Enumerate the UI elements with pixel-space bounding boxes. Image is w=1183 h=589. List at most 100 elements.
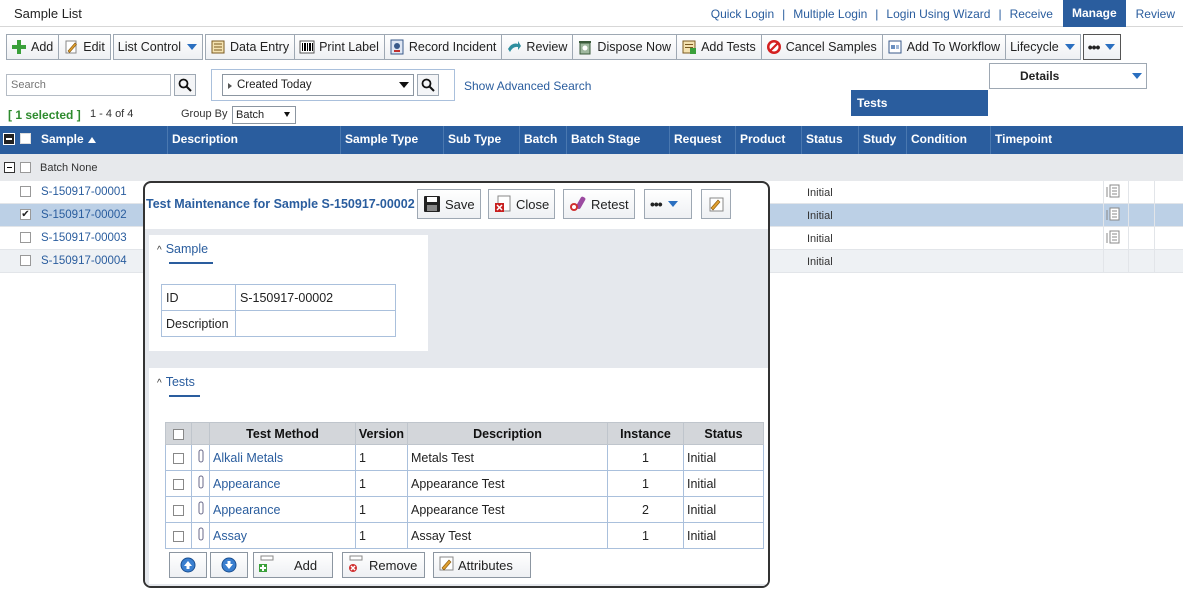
- test-method-link[interactable]: Assay: [209, 522, 356, 549]
- save-button[interactable]: Save: [417, 189, 481, 219]
- sample-id-link[interactable]: S-150917-00002: [41, 209, 127, 221]
- record-range: 1 - 4 of 4: [90, 108, 134, 120]
- login-using-wizard-link[interactable]: Login Using Wizard: [878, 7, 998, 21]
- test-method-link[interactable]: Appearance: [209, 470, 356, 497]
- attributes-button[interactable]: Attributes: [433, 552, 531, 578]
- attributes-icon[interactable]: [1106, 207, 1120, 221]
- sample-section-header[interactable]: ^ Sample: [157, 242, 213, 264]
- retest-button[interactable]: Retest: [563, 189, 635, 219]
- close-button-label: Close: [516, 196, 550, 212]
- column-test-method[interactable]: Test Method: [209, 422, 356, 445]
- selected-count[interactable]: [ 1 selected ]: [8, 108, 81, 122]
- column-product[interactable]: Product: [736, 126, 802, 154]
- column-instance[interactable]: Instance: [607, 422, 684, 445]
- notes-button[interactable]: [701, 189, 731, 219]
- details-menu[interactable]: Details: [989, 63, 1147, 89]
- dialog-more-button[interactable]: •••: [644, 189, 692, 219]
- add-tests-button[interactable]: Add Tests: [676, 34, 761, 60]
- collapse-group-icon[interactable]: [4, 162, 15, 173]
- manage-tab[interactable]: Manage: [1062, 0, 1126, 27]
- test-status: Initial: [683, 444, 764, 471]
- table-row[interactable]: Appearance 1 Appearance Test 1 Initial: [165, 470, 764, 497]
- record-incident-button[interactable]: Record Incident: [383, 34, 502, 60]
- group-checkbox[interactable]: [20, 162, 31, 173]
- group-by-label: Group By: [181, 108, 228, 120]
- add-tests-icon: [681, 39, 697, 55]
- column-study[interactable]: Study: [859, 126, 907, 154]
- column-batch[interactable]: Batch: [520, 126, 567, 154]
- column-batch-stage[interactable]: Batch Stage: [567, 126, 670, 154]
- receive-link[interactable]: Receive: [1002, 7, 1061, 21]
- more-dots-icon: •••: [1087, 39, 1101, 55]
- add-to-workflow-button[interactable]: Add To Workflow: [881, 34, 1006, 60]
- list-control-button[interactable]: List Control: [112, 34, 204, 60]
- row-checkbox[interactable]: [165, 470, 192, 497]
- search-input[interactable]: [6, 74, 171, 96]
- add-button[interactable]: Add: [6, 34, 59, 60]
- column-description[interactable]: Description: [168, 126, 341, 154]
- attributes-icon[interactable]: [1106, 184, 1120, 198]
- data-entry-button[interactable]: Data Entry: [205, 34, 295, 60]
- group-by-select[interactable]: Batch: [232, 106, 296, 124]
- test-instance: 1: [607, 444, 684, 471]
- column-status[interactable]: Status: [683, 422, 764, 445]
- test-method-link[interactable]: Alkali Metals: [209, 444, 356, 471]
- dispose-now-button[interactable]: Dispose Now: [572, 34, 677, 60]
- review-link[interactable]: Review: [1128, 7, 1183, 21]
- column-condition[interactable]: Condition: [907, 126, 991, 154]
- column-timepoint[interactable]: Timepoint: [991, 126, 1183, 154]
- multiple-login-link[interactable]: Multiple Login: [785, 7, 875, 21]
- move-down-button[interactable]: [210, 552, 248, 578]
- test-tube-icon: [191, 444, 210, 471]
- column-sub-type[interactable]: Sub Type: [444, 126, 520, 154]
- test-method-link[interactable]: Appearance: [209, 496, 356, 523]
- search-button[interactable]: [174, 74, 196, 96]
- column-sample-type[interactable]: Sample Type: [341, 126, 444, 154]
- row-checkbox[interactable]: [165, 496, 192, 523]
- review-button[interactable]: Review: [501, 34, 573, 60]
- test-instance: 2: [607, 496, 684, 523]
- sample-id-link[interactable]: S-150917-00004: [41, 255, 127, 267]
- filter-search-button[interactable]: [417, 74, 439, 96]
- select-all-checkbox[interactable]: [20, 133, 31, 144]
- row-checkbox[interactable]: [20, 186, 31, 197]
- column-status[interactable]: Status: [802, 126, 859, 154]
- move-up-button[interactable]: [169, 552, 207, 578]
- sample-id-link[interactable]: S-150917-00003: [41, 232, 127, 244]
- tests-section-header[interactable]: ^ Tests: [157, 375, 200, 397]
- row-checkbox[interactable]: [165, 444, 192, 471]
- add-test-button[interactable]: Add: [253, 552, 333, 578]
- column-request[interactable]: Request: [670, 126, 736, 154]
- collapse-all-icon[interactable]: [3, 133, 15, 145]
- show-advanced-search-link[interactable]: Show Advanced Search: [464, 79, 591, 93]
- table-row[interactable]: Assay 1 Assay Test 1 Initial: [165, 522, 764, 549]
- row-checkbox[interactable]: [165, 522, 192, 549]
- tests-menu-item[interactable]: Tests: [851, 90, 988, 116]
- print-label-button[interactable]: Print Label: [294, 34, 384, 60]
- column-label: Sample: [41, 132, 84, 146]
- add-tests-label: Add Tests: [701, 40, 756, 54]
- row-checkbox[interactable]: [20, 232, 31, 243]
- column-sample[interactable]: Sample: [37, 126, 168, 154]
- saved-filter-select[interactable]: Created Today: [222, 74, 414, 96]
- column-description[interactable]: Description: [407, 422, 608, 445]
- sample-id-link[interactable]: S-150917-00001: [41, 186, 127, 198]
- cell-divider: [1128, 250, 1129, 272]
- row-checkbox-checked[interactable]: ✔: [20, 209, 31, 220]
- lifecycle-button[interactable]: Lifecycle: [1005, 34, 1081, 60]
- test-status: Initial: [683, 496, 764, 523]
- cancel-samples-button[interactable]: Cancel Samples: [760, 34, 882, 60]
- row-checkbox[interactable]: [20, 255, 31, 266]
- quick-login-link[interactable]: Quick Login: [703, 7, 782, 21]
- edit-button[interactable]: Edit: [58, 34, 111, 60]
- attributes-icon[interactable]: [1106, 230, 1120, 244]
- remove-test-button[interactable]: Remove: [342, 552, 425, 578]
- table-row[interactable]: Appearance 1 Appearance Test 2 Initial: [165, 496, 764, 523]
- dialog-title: Test Maintenance for Sample S-150917-000…: [146, 197, 415, 211]
- table-row[interactable]: Alkali Metals 1 Metals Test 1 Initial: [165, 444, 764, 471]
- column-version[interactable]: Version: [355, 422, 408, 445]
- close-button[interactable]: Close: [488, 189, 556, 219]
- more-actions-button[interactable]: •••: [1082, 34, 1122, 60]
- barcode-icon: [299, 39, 315, 55]
- select-all-tests-checkbox[interactable]: [165, 422, 192, 445]
